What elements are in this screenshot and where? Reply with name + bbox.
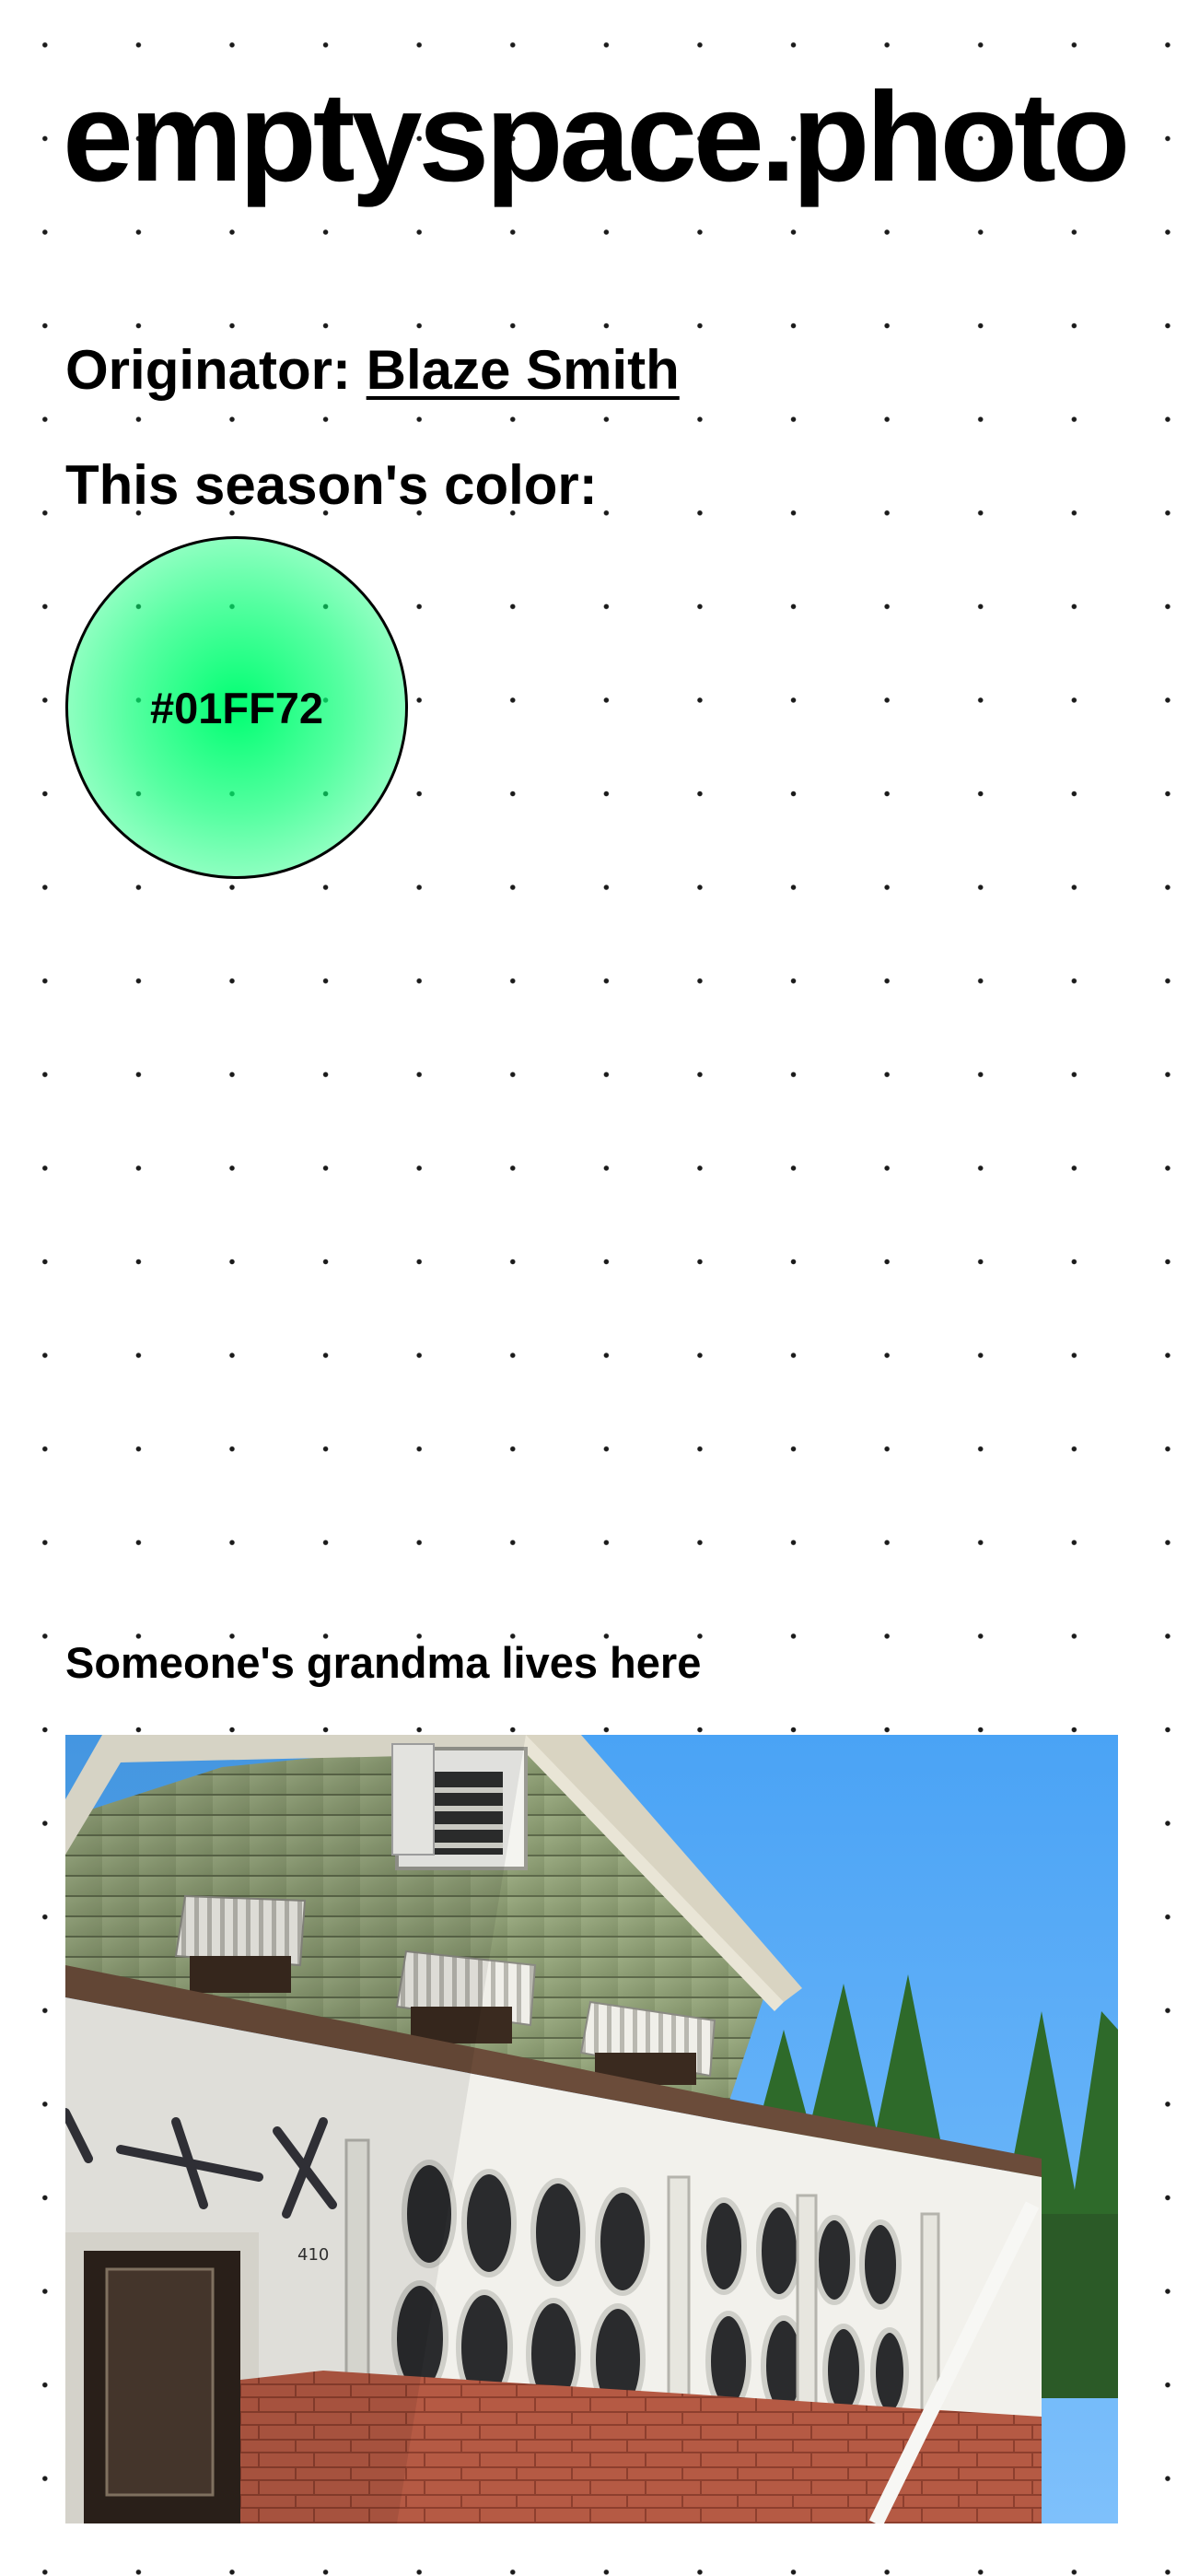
season-color-hex: #01FF72 <box>149 683 324 732</box>
post-photo[interactable]: 410 <box>65 1735 1118 2523</box>
originator-line: Originator: Blaze Smith <box>65 343 680 398</box>
site-title: emptyspace.photo <box>63 66 1130 208</box>
season-color-label: This season's color: <box>65 454 598 516</box>
season-color-swatch: #01FF72 <box>65 536 408 879</box>
post-title: Someone's grandma lives here <box>65 1638 702 1687</box>
originator-label: Originator: <box>65 339 351 401</box>
originator-link[interactable]: Blaze Smith <box>367 339 680 401</box>
